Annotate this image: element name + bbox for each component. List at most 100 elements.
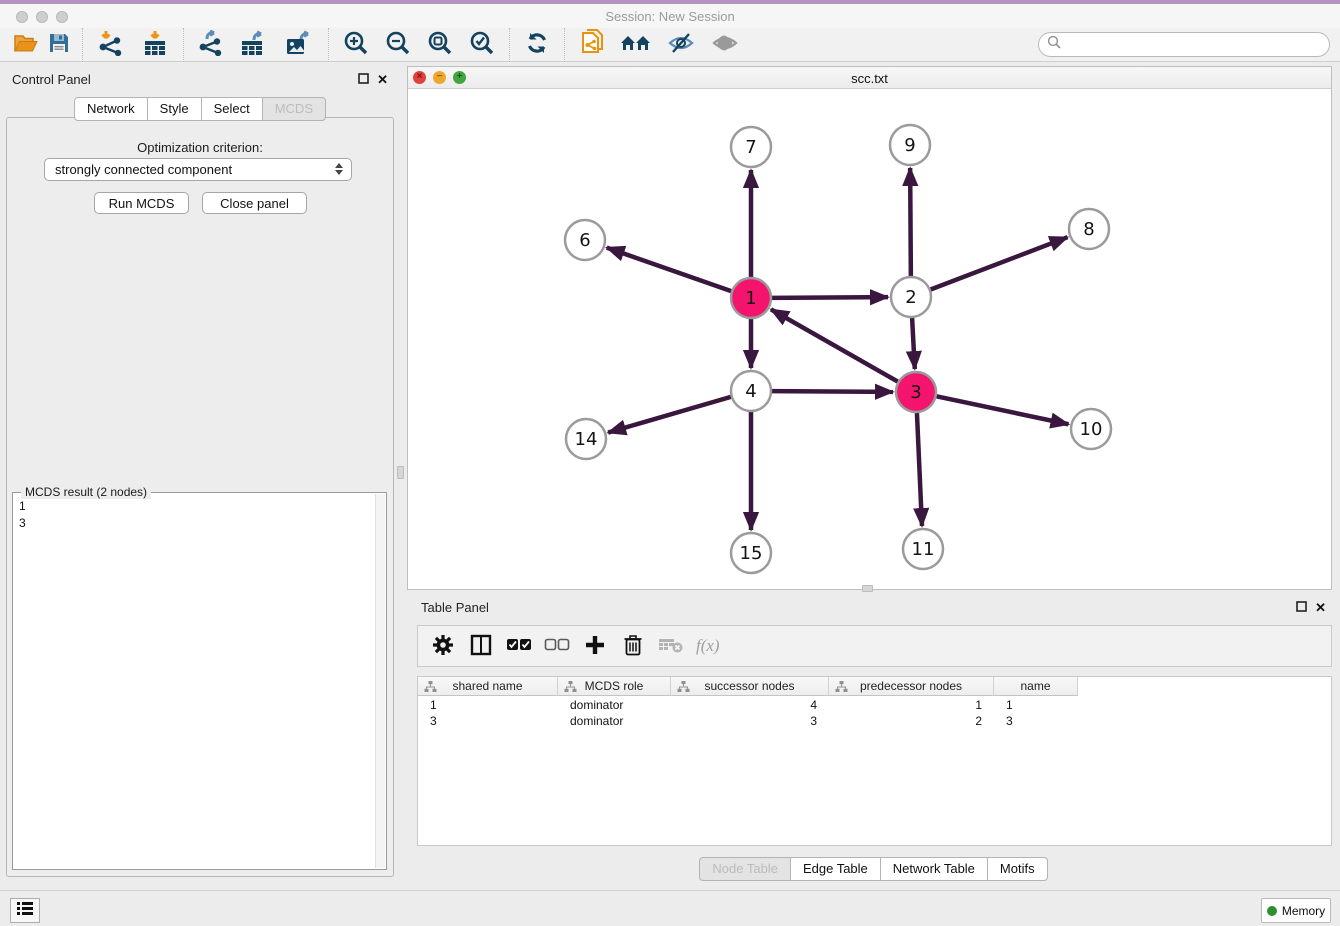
node-10[interactable]: 10 — [1071, 409, 1111, 449]
hide-selected-button[interactable] — [659, 30, 703, 60]
search-input[interactable] — [1066, 35, 1329, 55]
node-8[interactable]: 8 — [1069, 209, 1109, 249]
edge-3-10[interactable] — [937, 396, 1069, 424]
edge-1-6[interactable] — [607, 248, 731, 291]
list-icon — [16, 900, 34, 921]
node-6[interactable]: 6 — [565, 220, 605, 260]
float-panel-icon[interactable] — [358, 71, 369, 89]
function-builder-icon[interactable]: f(x) — [692, 636, 720, 656]
export-network-button[interactable] — [190, 30, 232, 60]
tab-edge-table[interactable]: Edge Table — [790, 857, 881, 881]
cell-name[interactable]: 1 — [994, 697, 1078, 713]
table-row[interactable]: 1dominator411 — [418, 697, 1078, 713]
save-session-button[interactable] — [42, 30, 76, 60]
import-table-button[interactable] — [133, 30, 177, 60]
add-column-button[interactable] — [578, 631, 612, 661]
zoom-in-button[interactable] — [335, 30, 377, 60]
zoom-fit-button[interactable] — [419, 30, 461, 60]
cell-shared-name[interactable]: 1 — [418, 697, 558, 713]
cell-successor-nodes[interactable]: 3 — [671, 713, 829, 729]
tab-motifs[interactable]: Motifs — [987, 857, 1048, 881]
trash-icon — [623, 634, 643, 659]
status-bar: Memory — [0, 890, 1340, 926]
network-window-titlebar: × − + scc.txt — [408, 67, 1331, 89]
export-image-button[interactable] — [276, 30, 322, 60]
task-history-button[interactable] — [10, 898, 40, 923]
edge-4-3[interactable] — [772, 391, 893, 392]
delete-column-button[interactable] — [616, 631, 650, 661]
new-network-from-selection-button[interactable] — [571, 30, 613, 60]
close-panel-button[interactable]: Close panel — [202, 192, 307, 214]
zoom-out-button[interactable] — [377, 30, 419, 60]
toolbar-separator — [82, 28, 83, 62]
column-header-successor-nodes[interactable]: successor nodes — [671, 677, 829, 696]
show-all-button[interactable] — [703, 30, 747, 60]
import-table-icon — [142, 30, 168, 59]
criterion-select[interactable]: strongly connected component — [44, 158, 352, 181]
run-mcds-button[interactable]: Run MCDS — [94, 192, 189, 214]
cell-MCDS-role[interactable]: dominator — [558, 697, 671, 713]
import-network-button[interactable] — [89, 30, 133, 60]
tab-style[interactable]: Style — [147, 97, 202, 121]
delete-table-button[interactable] — [654, 631, 688, 661]
memory-button[interactable]: Memory — [1261, 898, 1331, 923]
close-panel-icon[interactable]: ✕ — [1315, 600, 1326, 616]
node-label: 4 — [745, 381, 756, 402]
node-4[interactable]: 4 — [731, 371, 771, 411]
edge-2-3[interactable] — [912, 318, 915, 369]
node-14[interactable]: 14 — [566, 419, 606, 459]
float-panel-icon[interactable] — [1296, 599, 1307, 617]
column-header-MCDS-role[interactable]: MCDS role — [558, 677, 671, 696]
column-header-shared-name[interactable]: shared name — [418, 677, 558, 696]
close-panel-icon[interactable]: ✕ — [377, 72, 388, 88]
edge-2-8[interactable] — [931, 237, 1068, 289]
edge-1-2[interactable] — [772, 297, 888, 298]
tab-network[interactable]: Network — [74, 97, 148, 121]
table-row[interactable]: 3dominator323 — [418, 713, 1078, 729]
first-neighbors-button[interactable] — [613, 30, 659, 60]
node-3[interactable]: 3 — [896, 372, 936, 412]
unselect-all-icon — [544, 638, 570, 655]
column-header-predecessor-nodes[interactable]: predecessor nodes — [829, 677, 994, 696]
horizontal-splitter-handle[interactable] — [862, 585, 873, 592]
open-session-button[interactable] — [8, 30, 42, 60]
split-columns-button[interactable] — [464, 631, 498, 661]
tab-node-table[interactable]: Node Table — [699, 857, 791, 881]
export-table-button[interactable] — [232, 30, 276, 60]
node-15[interactable]: 15 — [731, 533, 771, 573]
refresh-button[interactable] — [516, 30, 558, 60]
node-1[interactable]: 1 — [731, 278, 771, 318]
node-2[interactable]: 2 — [891, 277, 931, 317]
network-view-title: scc.txt — [408, 71, 1331, 86]
vertical-splitter-handle[interactable] — [397, 466, 404, 479]
mcds-result-text[interactable]: 1 3 — [15, 495, 374, 867]
mcds-result-scrollbar[interactable] — [375, 494, 385, 868]
edge-3-1[interactable] — [771, 309, 898, 381]
zoom-selected-button[interactable] — [461, 30, 503, 60]
edge-2-9[interactable] — [910, 168, 911, 276]
gear-button[interactable] — [426, 631, 460, 661]
cell-shared-name[interactable]: 3 — [418, 713, 558, 729]
cell-name[interactable]: 3 — [994, 713, 1078, 729]
network-canvas[interactable]: 7 9 6 8 1 2 4 3 14 10 15 11 — [408, 89, 1331, 589]
unselect-all-button[interactable] — [540, 631, 574, 661]
select-all-button[interactable] — [502, 631, 536, 661]
toolbar-separator — [328, 28, 329, 62]
tab-select[interactable]: Select — [201, 97, 263, 121]
cell-predecessor-nodes[interactable]: 2 — [829, 713, 994, 729]
tab-mcds[interactable]: MCDS — [262, 97, 326, 121]
column-hierarchy-icon — [677, 680, 690, 696]
edge-3-11[interactable] — [917, 413, 922, 526]
cell-successor-nodes[interactable]: 4 — [671, 697, 829, 713]
node-11[interactable]: 11 — [903, 529, 943, 569]
add-column-icon — [584, 634, 606, 659]
edge-4-14[interactable] — [608, 397, 731, 433]
show-all-icon — [711, 31, 739, 58]
tab-network-table[interactable]: Network Table — [880, 857, 988, 881]
node-9[interactable]: 9 — [890, 125, 930, 165]
node-7[interactable]: 7 — [731, 127, 771, 167]
node-label: 8 — [1083, 219, 1094, 240]
cell-MCDS-role[interactable]: dominator — [558, 713, 671, 729]
column-header-name[interactable]: name — [994, 677, 1078, 696]
cell-predecessor-nodes[interactable]: 1 — [829, 697, 994, 713]
